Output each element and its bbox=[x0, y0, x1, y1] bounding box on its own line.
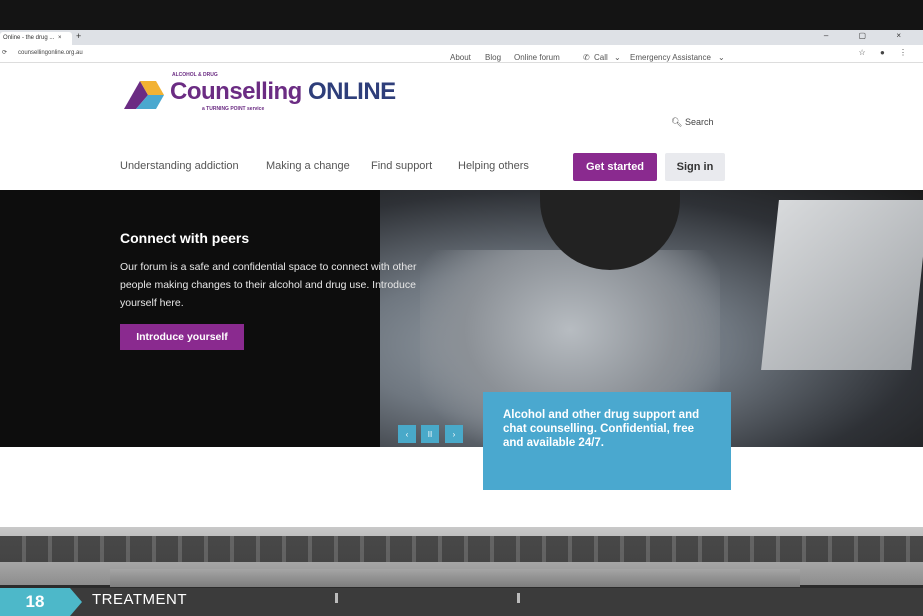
utility-link-call[interactable]: Call bbox=[594, 53, 608, 62]
utility-link-about[interactable]: About bbox=[450, 53, 471, 62]
window-controls[interactable]: – ▢ × bbox=[824, 31, 915, 40]
hero-banner bbox=[0, 190, 923, 447]
logo-mark-icon bbox=[124, 81, 164, 109]
base-mark bbox=[517, 593, 520, 603]
logo-sub-text: a TURNING POINT service bbox=[202, 106, 265, 112]
browser-tab[interactable]: Online - the drug ... × bbox=[0, 32, 72, 45]
introduce-yourself-button[interactable]: Introduce yourself bbox=[120, 324, 244, 350]
utility-link-forum[interactable]: Online forum bbox=[514, 53, 560, 62]
utility-link-emergency[interactable]: Emergency Assistance bbox=[630, 53, 711, 62]
support-callout: Alcohol and other drug support and chat … bbox=[483, 392, 731, 490]
tab-close-icon[interactable]: × bbox=[58, 32, 62, 45]
get-started-button[interactable]: Get started bbox=[573, 153, 657, 181]
nav-understanding-addiction[interactable]: Understanding addiction bbox=[120, 160, 239, 172]
chevron-down-icon: ⌄ bbox=[718, 53, 725, 62]
carousel-prev-button[interactable]: ‹ bbox=[398, 425, 416, 443]
hero-body: Our forum is a safe and confidential spa… bbox=[120, 261, 417, 309]
search-label: Search bbox=[684, 117, 714, 127]
logo-title: Counselling ONLINE bbox=[170, 78, 396, 106]
new-tab-icon[interactable]: + bbox=[76, 31, 81, 41]
laptop-keyboard bbox=[0, 536, 923, 562]
section-label: TREATMENT bbox=[92, 591, 188, 608]
search-icon: 🔍︎ bbox=[671, 117, 683, 127]
logo-main-word: Counselling bbox=[170, 78, 302, 105]
nav-find-support[interactable]: Find support bbox=[371, 160, 432, 172]
page-number: 18 bbox=[0, 588, 82, 616]
chevron-down-icon: ⌄ bbox=[614, 53, 621, 62]
phone-icon: ✆ bbox=[583, 53, 590, 62]
carousel-next-button[interactable]: › bbox=[445, 425, 463, 443]
carousel-pause-button[interactable]: II bbox=[421, 425, 439, 443]
utility-link-blog[interactable]: Blog bbox=[485, 53, 501, 62]
url-text[interactable]: counsellingonline.org.au bbox=[18, 50, 83, 56]
browser-menu-icons[interactable]: ☆ ● ⋮ bbox=[859, 48, 913, 57]
tab-title: Online - the drug ... bbox=[3, 35, 55, 41]
browser-tab-bar: Online - the drug ... × + – ▢ × bbox=[0, 30, 923, 45]
hero-photo-laptop bbox=[761, 200, 923, 370]
nav-helping-others[interactable]: Helping others bbox=[458, 160, 529, 172]
sign-in-button[interactable]: Sign in bbox=[665, 153, 725, 181]
base-mark bbox=[335, 593, 338, 603]
nav-making-a-change[interactable]: Making a change bbox=[266, 160, 350, 172]
reload-icon[interactable]: ⟳ bbox=[2, 49, 7, 56]
search-link[interactable]: 🔍︎ Search bbox=[671, 117, 713, 128]
hero-title: Connect with peers bbox=[120, 230, 250, 246]
logo-online-word: ONLINE bbox=[308, 78, 396, 105]
laptop-trackpad bbox=[110, 569, 800, 587]
